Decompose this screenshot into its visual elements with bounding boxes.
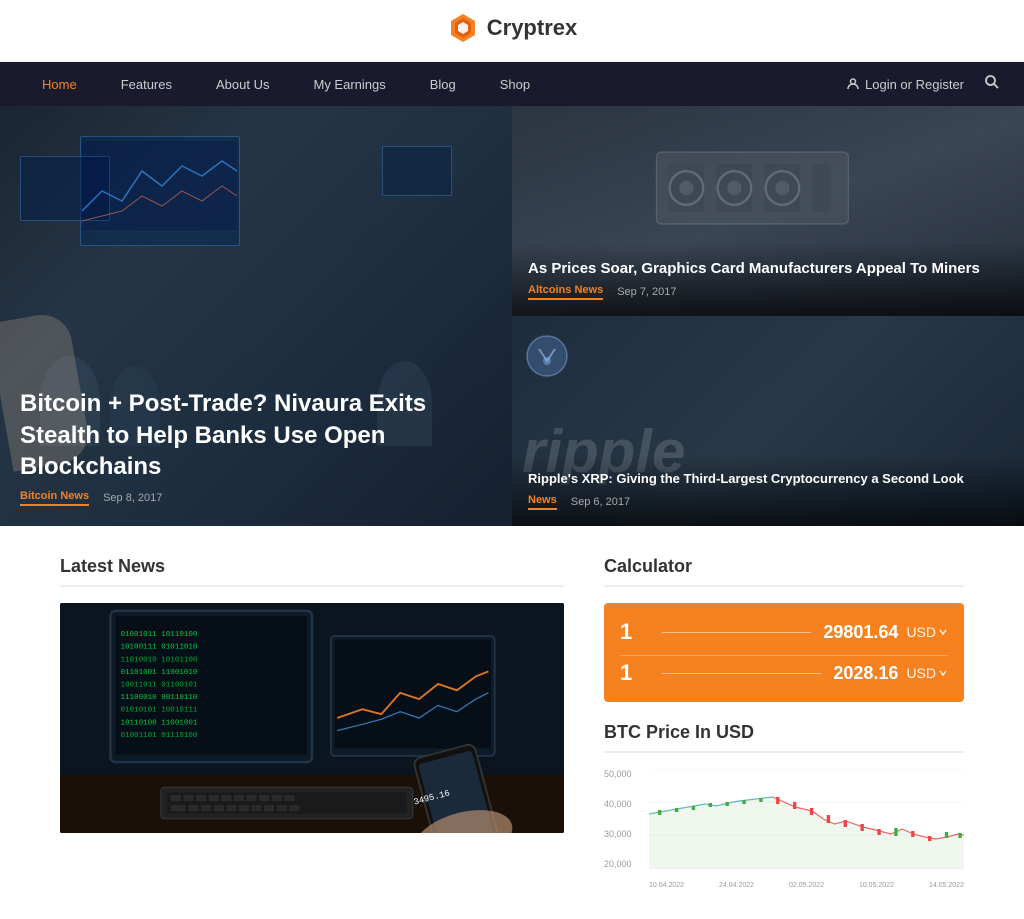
top-right-category: Altcoins News: [528, 284, 603, 300]
news-image-svg: 01001011 10110100 10100111 01011010 1101…: [60, 603, 564, 833]
nav-item-blog[interactable]: Blog: [408, 62, 478, 106]
hero-mid-left-article[interactable]: ripple Ripple's XRP: Giving the Third-La…: [512, 316, 1024, 526]
nav-link-home[interactable]: Home: [20, 62, 99, 106]
user-icon: [846, 77, 860, 91]
mid-left-date: Sep 6, 2017: [571, 496, 630, 508]
mid-left-title: Ripple's XRP: Giving the Third-Largest C…: [528, 471, 1008, 488]
sidebar: Calculator 1 29801.64 USD 1 2028.16: [604, 556, 964, 889]
login-link[interactable]: Login or Register: [846, 77, 964, 92]
calculator-title: Calculator: [604, 556, 964, 587]
mid-left-meta: News Sep 6, 2017: [528, 494, 1008, 510]
svg-text:01001011 10110100: 01001011 10110100: [120, 631, 197, 639]
nav-link-features[interactable]: Features: [99, 62, 194, 106]
latest-news-section: Latest News 01001011 10110100 10100111 0…: [60, 556, 564, 889]
top-right-overlay: As Prices Soar, Graphics Card Manufactur…: [512, 243, 1024, 317]
svg-text:01010101 10010111: 01010101 10010111: [120, 707, 197, 715]
svg-text:10011011 01100101: 10011011 01100101: [120, 682, 197, 690]
calc-eth-amount: 1: [620, 660, 650, 686]
top-right-date: Sep 7, 2017: [617, 286, 676, 298]
latest-news-title: Latest News: [60, 556, 564, 587]
calc-btc-currency[interactable]: USD: [906, 624, 948, 640]
hero-top-right-article[interactable]: As Prices Soar, Graphics Card Manufactur…: [512, 106, 1024, 316]
main-article-meta: Bitcoin News Sep 8, 2017: [20, 490, 492, 506]
svg-text:10100111 01011010: 10100111 01011010: [120, 644, 197, 652]
logo-icon: [447, 12, 479, 44]
main-nav: Home Features About Us My Earnings Blog …: [0, 62, 1024, 106]
logo-text: Cryptrex: [487, 15, 577, 41]
chart-y-labels: 50,000 40,000 30,000 20,000: [604, 769, 649, 869]
chart-area: [649, 769, 964, 869]
hero-main-article[interactable]: Bitcoin + Post-Trade? Nivaura Exits Stea…: [0, 106, 512, 526]
nav-link-shop[interactable]: Shop: [478, 62, 552, 106]
nav-link-blog[interactable]: Blog: [408, 62, 478, 106]
btc-chart: 50,000 40,000 30,000 20,000: [604, 769, 964, 889]
mid-left-category: News: [528, 494, 557, 510]
nav-item-earnings[interactable]: My Earnings: [291, 62, 407, 106]
search-button[interactable]: [980, 70, 1004, 99]
main-article-title: Bitcoin + Post-Trade? Nivaura Exits Stea…: [20, 388, 492, 482]
ripple-logo-deco: [522, 331, 572, 381]
svg-text:11010010 10101100: 11010010 10101100: [120, 656, 197, 664]
calc-eth-row: 1 2028.16 USD: [620, 660, 948, 686]
dropdown-icon-eth: [938, 668, 948, 678]
nav-link-about[interactable]: About Us: [194, 62, 291, 106]
nav-items: Home Features About Us My Earnings Blog …: [20, 62, 846, 106]
btc-price-section: BTC Price In USD 50,000 40,000 30,000 20…: [604, 722, 964, 889]
mid-left-overlay: Ripple's XRP: Giving the Third-Largest C…: [512, 455, 1024, 526]
calc-btc-row: 1 29801.64 USD: [620, 619, 948, 645]
main-article-date: Sep 8, 2017: [103, 492, 162, 504]
hero-grid: Bitcoin + Post-Trade? Nivaura Exits Stea…: [0, 106, 1024, 526]
site-header: Cryptrex: [0, 0, 1024, 62]
svg-text:01001101 01110100: 01001101 01110100: [120, 732, 197, 740]
calc-eth-currency[interactable]: USD: [906, 665, 948, 681]
btc-price-title: BTC Price In USD: [604, 722, 964, 753]
calc-eth-value: 2028.16: [833, 663, 898, 684]
main-article-overlay: Bitcoin + Post-Trade? Nivaura Exits Stea…: [0, 368, 512, 526]
svg-text:01101001 11001010: 01101001 11001010: [120, 669, 197, 677]
logo[interactable]: Cryptrex: [447, 12, 577, 44]
svg-text:11100010 00110110: 11100010 00110110: [120, 694, 197, 702]
dropdown-icon: [938, 627, 948, 637]
nav-item-about[interactable]: About Us: [194, 62, 291, 106]
price-chart-svg: [649, 769, 964, 869]
main-article-category: Bitcoin News: [20, 490, 89, 506]
nav-item-features[interactable]: Features: [99, 62, 194, 106]
nav-item-home[interactable]: Home: [20, 62, 99, 106]
calc-btc-amount: 1: [620, 619, 650, 645]
nav-right: Login or Register: [846, 70, 1004, 99]
chart-x-labels: 10.04.2022 24.04.2022 02.05.2022 10.05.2…: [649, 882, 964, 889]
screen-chart: [82, 141, 237, 246]
top-right-title: As Prices Soar, Graphics Card Manufactur…: [528, 259, 1008, 279]
svg-text:10110100 11001001: 10110100 11001001: [120, 719, 197, 727]
calc-btc-value: 29801.64: [823, 622, 898, 643]
nav-item-shop[interactable]: Shop: [478, 62, 552, 106]
content-area: Latest News 01001011 10110100 10100111 0…: [0, 526, 1024, 919]
top-right-meta: Altcoins News Sep 7, 2017: [528, 284, 1008, 300]
nav-link-earnings[interactable]: My Earnings: [291, 62, 407, 106]
calculator-box: 1 29801.64 USD 1 2028.16 USD: [604, 603, 964, 702]
news-featured-image[interactable]: 01001011 10110100 10100111 01011010 1101…: [60, 603, 564, 833]
search-icon: [984, 74, 1000, 90]
